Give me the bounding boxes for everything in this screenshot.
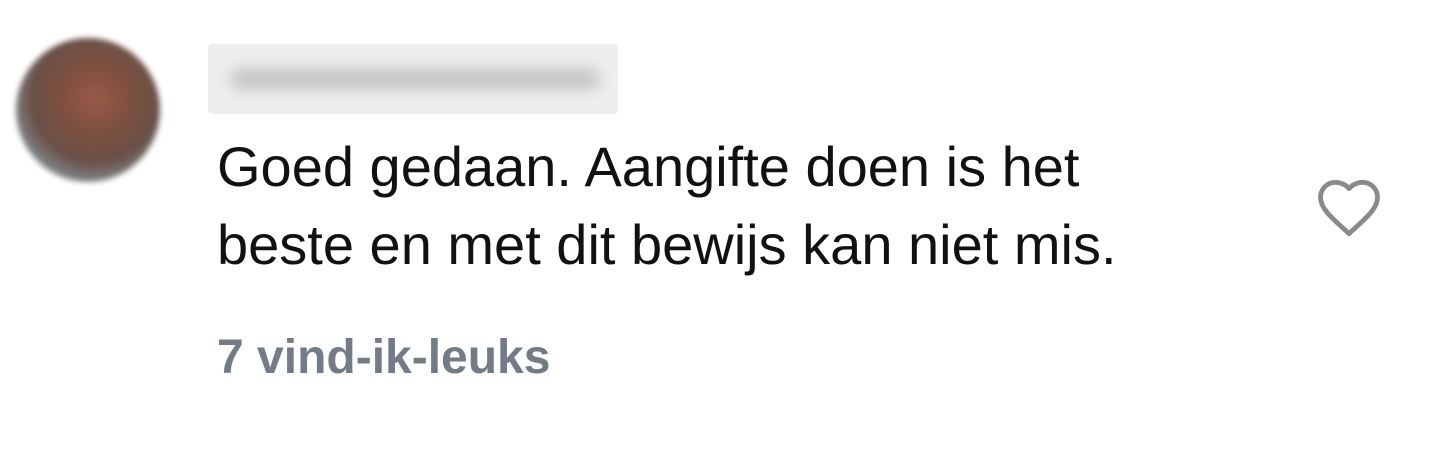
like-count[interactable]: 7 vind-ik-leuks (217, 328, 550, 388)
heart-outline-icon (1318, 179, 1380, 236)
username-redacted[interactable] (208, 44, 618, 114)
comment-text-line-2: beste en met dit bewijs kan niet mis. (217, 213, 1117, 276)
comment-text: Goed gedaan. Aangifte doen is het beste … (217, 128, 1317, 284)
comment-item: Goed gedaan. Aangifte doen is het beste … (0, 0, 1440, 454)
comment-text-line-1: Goed gedaan. Aangifte doen is het (217, 135, 1080, 198)
avatar[interactable] (16, 38, 160, 182)
like-button[interactable] (1310, 170, 1388, 242)
